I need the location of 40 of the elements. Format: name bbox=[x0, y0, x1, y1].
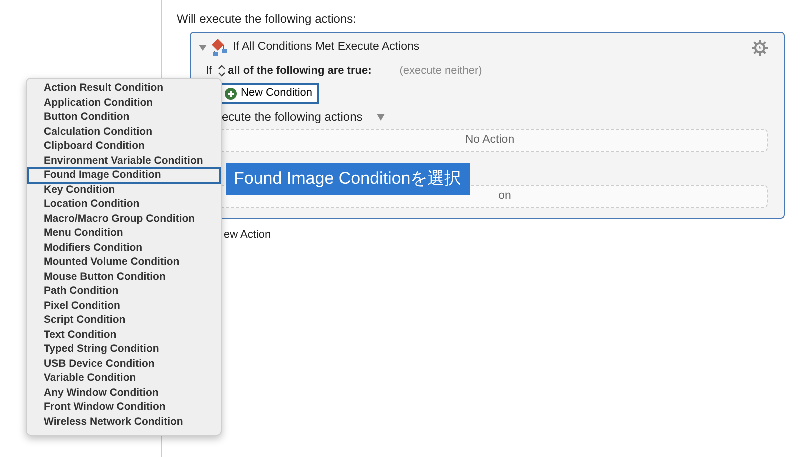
menu-item[interactable]: Wireless Network Condition bbox=[28, 414, 220, 429]
stepper-icon[interactable] bbox=[218, 65, 226, 77]
menu-item[interactable]: Variable Condition bbox=[28, 371, 220, 386]
menu-item[interactable]: Application Condition bbox=[28, 96, 220, 110]
menu-item[interactable]: Mounted Volume Condition bbox=[28, 255, 220, 270]
add-icon bbox=[225, 88, 237, 100]
menu-item[interactable]: Action Result Condition bbox=[28, 81, 220, 96]
menu-item[interactable]: Found Image Condition bbox=[28, 168, 220, 182]
menu-item[interactable]: Macro/Macro Group Condition bbox=[28, 212, 220, 226]
if-label: If bbox=[206, 64, 212, 79]
menu-item[interactable]: Modifiers Condition bbox=[28, 240, 220, 255]
menu-item[interactable]: Key Condition bbox=[28, 182, 220, 197]
section-heading: Will execute the following actions: bbox=[177, 11, 358, 28]
menu-item[interactable]: Typed String Condition bbox=[28, 342, 220, 356]
menu-item[interactable]: Path Condition bbox=[28, 284, 220, 298]
menu-item[interactable]: Pixel Condition bbox=[28, 298, 220, 313]
new-condition-button[interactable]: New Condition bbox=[219, 83, 319, 104]
menu-item[interactable]: Environment Variable Condition bbox=[28, 154, 220, 168]
condition-mode-select[interactable]: all of the following are true: bbox=[228, 62, 372, 80]
section-label: ecute the following actions bbox=[222, 109, 363, 126]
placeholder-text: on bbox=[498, 188, 512, 204]
menu-item[interactable]: Location Condition bbox=[28, 197, 220, 212]
callout-label: Found Image Conditionを選択 bbox=[226, 163, 470, 194]
placeholder-text: No Action bbox=[465, 132, 515, 148]
menu-item[interactable]: Clipboard Condition bbox=[28, 139, 220, 154]
disclosure-triangle-icon[interactable] bbox=[199, 44, 207, 52]
menu-item[interactable]: Calculation Condition bbox=[28, 124, 220, 139]
menu-item[interactable]: USB Device Condition bbox=[28, 356, 220, 371]
menu-item[interactable]: Menu Condition bbox=[28, 226, 220, 240]
menu-item[interactable]: Text Condition bbox=[28, 328, 220, 342]
action-title: If All Conditions Met Execute Actions bbox=[233, 40, 420, 56]
condition-action-icon bbox=[211, 38, 229, 58]
menu-item[interactable]: Mouse Button Condition bbox=[28, 270, 220, 284]
menu-item[interactable]: Any Window Condition bbox=[28, 386, 220, 400]
settings-icon[interactable] bbox=[752, 40, 768, 56]
menu-item[interactable]: Script Condition bbox=[28, 313, 220, 328]
status-note: (execute neither) bbox=[400, 64, 482, 79]
menu-item[interactable]: Front Window Condition bbox=[28, 400, 220, 414]
dropdown-triangle-icon[interactable] bbox=[376, 114, 385, 120]
menu-item[interactable]: Button Condition bbox=[28, 110, 220, 124]
